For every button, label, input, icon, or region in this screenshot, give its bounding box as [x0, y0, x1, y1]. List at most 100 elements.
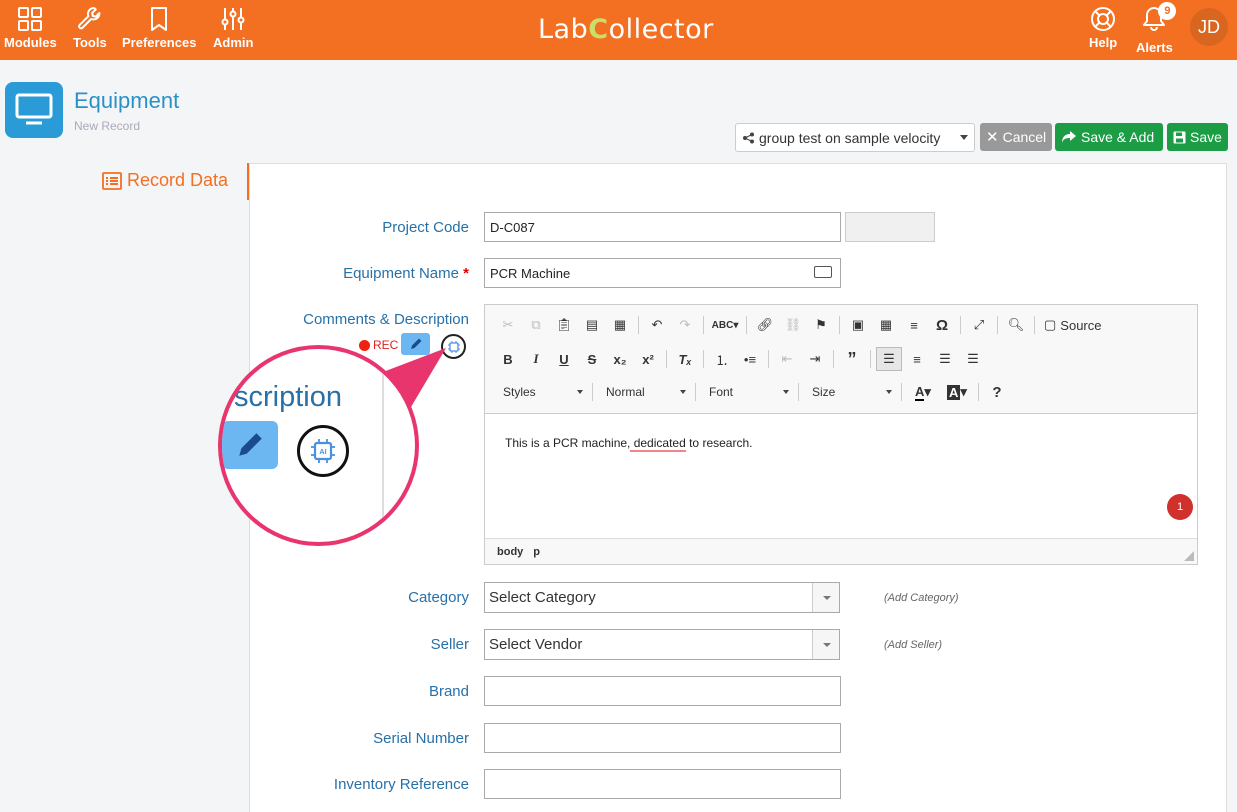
unlink-icon[interactable]: ⛓ — [780, 313, 806, 337]
notification-count-badge[interactable]: 1 — [1167, 494, 1193, 520]
source-button[interactable]: ▢ Source — [1040, 313, 1112, 337]
nav-modules[interactable]: Modules — [4, 5, 57, 50]
ai-chip-icon — [447, 340, 460, 353]
bold-icon[interactable]: B — [495, 347, 521, 371]
inventory-reference-input[interactable] — [484, 769, 841, 799]
blockquote-icon[interactable]: ” — [839, 347, 865, 371]
ai-assistant-button[interactable] — [441, 334, 466, 359]
nav-preferences-label: Preferences — [122, 35, 197, 50]
image-icon[interactable]: ▣ — [845, 313, 871, 337]
table-icon[interactable]: ▦ — [873, 313, 899, 337]
project-code-input[interactable]: D-C087 — [484, 212, 841, 242]
nav-tools[interactable]: Tools — [73, 5, 107, 50]
rich-text-editor: ✂ ⧉ 📋︎ ▤ ▦ ↶ ↷ ABC▾ 🔗︎ ⛓ ⚑ ▣ ▦ ≡ Ω ⤢ 🔍︎ … — [484, 304, 1198, 565]
size-dropdown[interactable]: Size — [804, 381, 896, 403]
special-char-icon[interactable]: Ω — [929, 313, 955, 337]
alerts-count-badge: 9 — [1158, 2, 1177, 20]
editor-content-area[interactable]: This is a PCR machine, dedicated to rese… — [485, 413, 1197, 539]
edit-pen-button[interactable] — [401, 333, 430, 355]
magnified-ai-chip-icon: AI — [297, 425, 349, 477]
group-select[interactable]: group test on sample velocity — [735, 123, 975, 152]
nav-alerts[interactable]: 9 Alerts — [1136, 2, 1177, 55]
indent-icon[interactable]: ⇥ — [802, 347, 828, 371]
cut-icon[interactable]: ✂ — [495, 313, 521, 337]
paste-icon[interactable]: 📋︎ — [551, 313, 577, 337]
serial-number-label: Serial Number — [373, 730, 469, 747]
preview-icon[interactable]: 🔍︎ — [1003, 313, 1029, 337]
top-navigation-bar: Modules Tools Preferences Admin LabColle… — [0, 0, 1237, 60]
comments-label: Comments & Description — [303, 311, 469, 328]
keyboard-icon[interactable] — [814, 266, 832, 278]
paste-text-icon[interactable]: ▤ — [579, 313, 605, 337]
nav-admin[interactable]: Admin — [213, 5, 253, 50]
help-question-icon[interactable]: ? — [984, 380, 1010, 404]
nav-preferences[interactable]: Preferences — [122, 5, 196, 50]
nav-alerts-label: Alerts — [1136, 40, 1173, 55]
link-icon[interactable]: 🔗︎ — [752, 313, 778, 337]
spellcheck-icon[interactable]: ABC▾ — [709, 313, 741, 337]
undo-icon[interactable]: ↶ — [644, 313, 670, 337]
remove-format-icon[interactable]: Tₓ — [672, 347, 698, 371]
align-justify-icon[interactable]: ☰ — [960, 347, 986, 371]
record-audio-button[interactable]: REC — [359, 338, 398, 352]
styles-dropdown[interactable]: Styles — [495, 381, 587, 403]
horizontal-line-icon[interactable]: ≡ — [901, 313, 927, 337]
redo-icon[interactable]: ↷ — [672, 313, 698, 337]
monitor-icon — [15, 93, 53, 125]
magnified-label-text: scription — [234, 381, 342, 413]
serial-number-input[interactable] — [484, 723, 841, 753]
superscript-icon[interactable]: x² — [635, 347, 661, 371]
add-category-link[interactable]: (Add Category) — [884, 592, 959, 604]
category-label: Category — [408, 589, 469, 606]
editor-toolbar-row-1: ✂ ⧉ 📋︎ ▤ ▦ ↶ ↷ ABC▾ 🔗︎ ⛓ ⚑ ▣ ▦ ≡ Ω ⤢ 🔍︎ … — [495, 313, 1112, 337]
save-button[interactable]: Save — [1167, 123, 1228, 151]
text-color-icon[interactable]: A ▾ — [907, 380, 939, 404]
add-seller-link[interactable]: (Add Seller) — [884, 639, 942, 651]
zoom-magnifier-callout: scription AI — [218, 345, 419, 546]
align-center-icon[interactable]: ≡ — [904, 347, 930, 371]
path-body[interactable]: body — [497, 546, 523, 558]
chevron-down-icon — [960, 135, 968, 140]
background-color-icon[interactable]: A ▾ — [941, 380, 973, 404]
strikethrough-icon[interactable]: S — [579, 347, 605, 371]
editor-toolbar-row-2: B I U S x₂ x² Tₓ ⒈ •≡ ⇤ ⇥ ” ☰ ≡ ☰ ☰ — [495, 347, 986, 371]
tab-record-data[interactable]: Record Data — [102, 170, 228, 191]
chevron-down-icon — [577, 390, 583, 394]
resize-handle-icon[interactable] — [1184, 551, 1194, 561]
chevron-down-icon — [812, 630, 839, 659]
labcollector-logo: LabCollector — [538, 14, 714, 45]
nav-help[interactable]: Help — [1089, 5, 1117, 50]
category-select[interactable]: Select Category — [484, 582, 840, 613]
copy-icon[interactable]: ⧉ — [523, 313, 549, 337]
align-left-icon[interactable]: ☰ — [876, 347, 902, 371]
align-right-icon[interactable]: ☰ — [932, 347, 958, 371]
subscript-icon[interactable]: x₂ — [607, 347, 633, 371]
editor-element-path: body p — [497, 546, 540, 558]
anchor-flag-icon[interactable]: ⚑ — [808, 313, 834, 337]
seller-select[interactable]: Select Vendor — [484, 629, 840, 660]
source-icon: ▢ — [1044, 317, 1057, 332]
brand-input[interactable] — [484, 676, 841, 706]
path-p[interactable]: p — [533, 546, 540, 558]
underline-icon[interactable]: U — [551, 347, 577, 371]
format-dropdown[interactable]: Normal — [598, 381, 690, 403]
font-dropdown[interactable]: Font — [701, 381, 793, 403]
chevron-down-icon — [680, 390, 686, 394]
nav-help-label: Help — [1089, 35, 1118, 50]
cancel-button[interactable]: ✕ Cancel — [980, 123, 1052, 151]
chevron-down-icon — [783, 390, 789, 394]
equipment-name-input[interactable]: PCR Machine — [484, 258, 841, 288]
outdent-icon[interactable]: ⇤ — [774, 347, 800, 371]
bulleted-list-icon[interactable]: •≡ — [737, 347, 763, 371]
user-avatar[interactable]: JD — [1190, 8, 1228, 46]
italic-icon[interactable]: I — [523, 347, 549, 371]
nav-tools-label: Tools — [73, 35, 107, 50]
numbered-list-icon[interactable]: ⒈ — [709, 347, 735, 371]
paste-word-icon[interactable]: ▦ — [607, 313, 633, 337]
maximize-icon[interactable]: ⤢ — [966, 313, 992, 337]
floppy-disk-icon — [1173, 131, 1186, 143]
chevron-down-icon — [886, 390, 892, 394]
project-code-extra-field[interactable] — [845, 212, 935, 242]
editor-toolbar-row-3: Styles Normal Font Size A ▾ A ▾ ? — [495, 380, 1010, 404]
save-and-add-button[interactable]: Save & Add — [1055, 123, 1163, 151]
